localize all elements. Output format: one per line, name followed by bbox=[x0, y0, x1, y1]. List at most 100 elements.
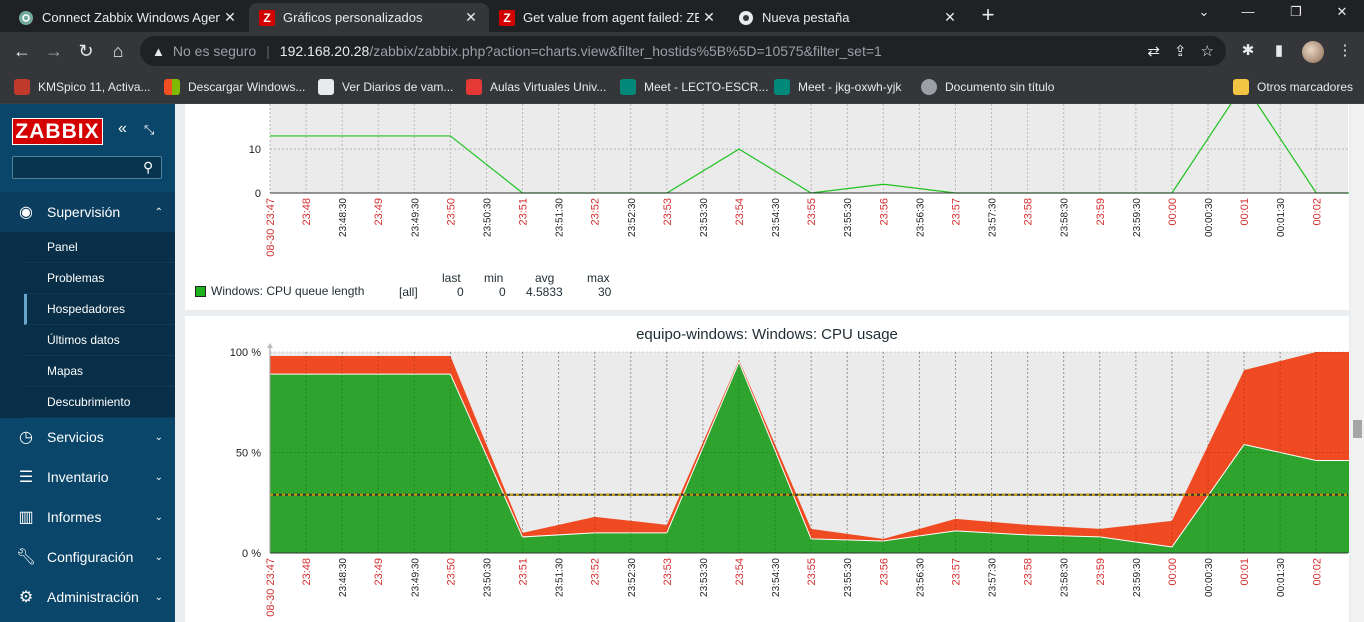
menu-supervision[interactable]: ◉ Supervisión ⌃ bbox=[0, 192, 175, 232]
x-tick-label: 00:00 bbox=[1167, 198, 1179, 226]
bookmark[interactable]: Descargar Windows... bbox=[164, 79, 305, 95]
submenu-item-discovery[interactable]: Descubrimiento bbox=[24, 387, 175, 418]
other-bookmarks[interactable]: Otros marcadores bbox=[1233, 79, 1353, 95]
x-tick-label: 23:58 bbox=[1023, 558, 1035, 586]
chatgpt-icon bbox=[18, 10, 34, 26]
menu-configuration[interactable]: 🔧︎ Configuración ⌄ bbox=[0, 537, 175, 577]
close-icon[interactable]: ✕ bbox=[461, 9, 481, 26]
x-tick-label: 23:53:30 bbox=[699, 558, 710, 597]
new-tab-button[interactable]: + bbox=[976, 3, 1000, 29]
cpu-queue-chart[interactable]: 08-30 23:47 23:48 23:48:30 23:49 23:49:30 23:… bbox=[185, 82, 1353, 310]
star-icon[interactable]: ☆ bbox=[1201, 42, 1214, 60]
submenu-item-latest-data[interactable]: Últimos datos bbox=[24, 325, 175, 356]
plot-area bbox=[270, 104, 1348, 193]
chevron-down-icon[interactable]: ⌄ bbox=[1192, 4, 1216, 20]
back-icon[interactable]: ← bbox=[10, 39, 34, 63]
kiosk-icon[interactable]: ⤡ bbox=[144, 122, 154, 138]
translate-icon[interactable]: ⇄ bbox=[1147, 42, 1160, 60]
x-tick-label: 23:56:30 bbox=[915, 558, 926, 597]
bookmarks-bar: KMSpico 11, Activa... Descargar Windows.… bbox=[0, 70, 1364, 104]
legend-mode: [all] bbox=[399, 285, 418, 299]
y-axis-arrow bbox=[267, 343, 273, 348]
insecure-label: No es seguro bbox=[172, 43, 257, 59]
collapse-sidebar-icon[interactable]: « bbox=[118, 120, 127, 138]
bookmark[interactable]: Ver Diarios de vam... bbox=[318, 79, 453, 95]
chrome-icon bbox=[738, 10, 754, 26]
eye-icon: ◉ bbox=[19, 204, 33, 221]
x-tick-label: 23:49:30 bbox=[410, 558, 421, 597]
scrollbar-thumb[interactable] bbox=[1353, 420, 1362, 438]
search-icon[interactable]: ⚲ bbox=[143, 159, 153, 176]
address-bar[interactable]: ▲ No es seguro | 192.168.20.28 /zabbix/z… bbox=[140, 36, 1226, 66]
x-tick-label: 23:51 bbox=[518, 198, 530, 226]
x-tick-label: 23:55:30 bbox=[843, 198, 854, 237]
x-tick-label: 23:50:30 bbox=[482, 558, 493, 597]
bookmark[interactable]: Aulas Virtuales Univ... bbox=[466, 79, 606, 95]
warning-icon[interactable]: ▲ bbox=[152, 44, 165, 59]
extensions-icon[interactable]: ✱ bbox=[1237, 40, 1259, 62]
clock-icon: ◷ bbox=[19, 429, 33, 446]
bookmark[interactable]: Meet - jkg-oxwh-yjk bbox=[774, 79, 901, 95]
x-tick-label: 23:53 bbox=[662, 558, 674, 586]
sidepanel-icon[interactable]: ▮ bbox=[1268, 40, 1290, 62]
menu-inventory[interactable]: ☰ Inventario ⌄ bbox=[0, 457, 175, 497]
x-tick-label: 23:54 bbox=[734, 558, 746, 586]
x-tick-label: 23:54 bbox=[734, 198, 746, 226]
zabbix-icon: Z bbox=[259, 9, 275, 26]
legend-value-min: 0 bbox=[499, 285, 506, 299]
legend-header-last: last bbox=[442, 271, 461, 285]
wrench-icon: 🔧︎ bbox=[15, 549, 37, 566]
submenu-item-maps[interactable]: Mapas bbox=[24, 356, 175, 387]
menu-icon[interactable]: ⋮ bbox=[1334, 40, 1356, 62]
search-input[interactable] bbox=[12, 156, 162, 179]
x-tick-label: 23:52 bbox=[590, 558, 602, 586]
legend-header-avg: avg bbox=[535, 271, 555, 285]
browser-tab-active[interactable]: Z Gráficos personalizados ✕ bbox=[249, 3, 489, 32]
cpu-usage-chart[interactable]: 08-30 23:47 23:48 23:48:30 23:49 23:49:30 23:… bbox=[185, 316, 1349, 622]
x-tick-label: 23:57 bbox=[950, 198, 962, 226]
zabbix-logo[interactable]: ZABBIX bbox=[12, 118, 103, 145]
x-tick-label: 23:52:30 bbox=[627, 198, 638, 237]
bar-chart-icon: ▥ bbox=[18, 509, 34, 526]
menu-reports[interactable]: ▥ Informes ⌄ bbox=[0, 497, 175, 537]
x-tick-label: 23:56 bbox=[878, 198, 890, 226]
y-tick-label: 0 bbox=[255, 188, 261, 200]
tab-title: Get value from agent failed: ZBX_ bbox=[523, 10, 699, 25]
bookmark[interactable]: KMSpico 11, Activa... bbox=[14, 79, 151, 95]
submenu-item-panel[interactable]: Panel bbox=[24, 232, 175, 263]
tab-title: Connect Zabbix Windows Agent bbox=[42, 10, 220, 25]
close-icon[interactable]: ✕ bbox=[220, 9, 240, 26]
close-window-icon[interactable]: ✕ bbox=[1330, 4, 1354, 20]
restore-icon[interactable]: ❐ bbox=[1284, 4, 1308, 20]
avatar[interactable] bbox=[1302, 41, 1324, 63]
bookmark[interactable]: Documento sin título bbox=[921, 79, 1054, 95]
x-tick-label: 23:50 bbox=[445, 198, 457, 226]
submenu-item-hosts[interactable]: Hospedadores bbox=[24, 294, 175, 325]
close-icon[interactable]: ✕ bbox=[699, 9, 719, 26]
minimize-icon[interactable]: — bbox=[1236, 4, 1260, 19]
forward-icon[interactable]: → bbox=[42, 39, 66, 63]
menu-administration[interactable]: ⚙ Administración ⌄ bbox=[0, 577, 175, 617]
bookmark[interactable]: Meet - LECTO-ESCR... bbox=[620, 79, 768, 95]
browser-tab[interactable]: Connect Zabbix Windows Agent ✕ bbox=[8, 3, 248, 32]
x-tick-label: 23:48:30 bbox=[338, 558, 349, 597]
x-tick-label: 23:54:30 bbox=[771, 558, 782, 597]
share-icon[interactable]: ⇪ bbox=[1174, 42, 1187, 60]
scrollbar[interactable] bbox=[1351, 104, 1364, 622]
reload-icon[interactable]: ↻ bbox=[74, 39, 98, 63]
browser-tab[interactable]: Z Get value from agent failed: ZBX_ ✕ bbox=[489, 3, 727, 32]
x-tick-label: 00:01:30 bbox=[1276, 558, 1287, 597]
close-icon[interactable]: ✕ bbox=[940, 9, 960, 26]
divider: | bbox=[266, 43, 270, 59]
legend-header-min: min bbox=[484, 271, 504, 285]
legend-series-name: Windows: CPU queue length bbox=[211, 284, 365, 298]
legend-value-avg: 4.5833 bbox=[526, 285, 563, 299]
home-icon[interactable]: ⌂ bbox=[106, 39, 130, 63]
menu-services[interactable]: ◷ Servicios ⌄ bbox=[0, 417, 175, 457]
legend-value-max: 30 bbox=[598, 285, 612, 299]
x-tick-label: 23:58:30 bbox=[1060, 558, 1071, 597]
meet-icon bbox=[620, 79, 636, 95]
submenu-item-problems[interactable]: Problemas bbox=[24, 263, 175, 294]
browser-tab[interactable]: Nueva pestaña ✕ bbox=[728, 3, 968, 32]
x-tick-label: 23:51:30 bbox=[555, 558, 566, 597]
